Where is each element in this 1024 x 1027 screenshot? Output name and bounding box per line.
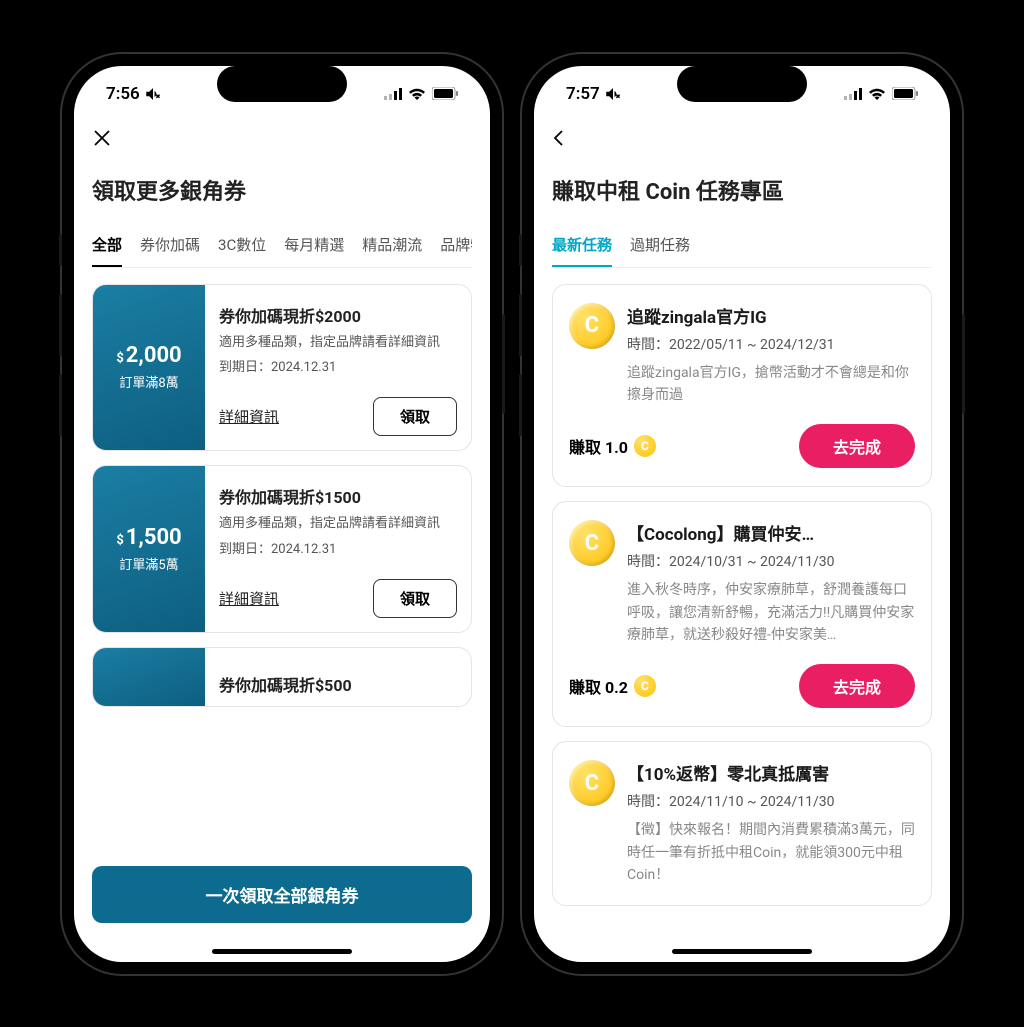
claim-button[interactable]: 領取 (373, 579, 457, 618)
tabs-coupons: 全部 券你加碼 3C數位 每月精選 精品潮流 品牌特 (92, 226, 472, 268)
task-card: C 【Cocolong】購買仲安… 時間：2024/10/31 ~ 2024/1… (552, 501, 932, 727)
tabs-tasks: 最新任務 過期任務 (552, 226, 932, 268)
coupon-value-panel: $1,500 訂單滿5萬 (93, 466, 205, 632)
tab-brand[interactable]: 品牌特 (440, 226, 472, 267)
tab-fashion[interactable]: 精品潮流 (362, 226, 422, 267)
coupon-title: 券你加碼現折$500 (219, 672, 457, 696)
notch (217, 66, 347, 102)
coupon-amount: $2,000 (116, 343, 181, 368)
coupon-condition: 訂單滿8萬 (119, 372, 178, 391)
task-time: 時間：2024/11/10 ~ 2024/11/30 (627, 791, 915, 811)
side-button (519, 374, 522, 436)
coin-small-icon: C (634, 675, 656, 697)
tab-bonus[interactable]: 券你加碼 (140, 226, 200, 267)
task-time: 時間：2022/05/11 ~ 2024/12/31 (627, 334, 915, 354)
screen-right: 7:57 (534, 66, 950, 962)
home-indicator[interactable] (212, 949, 352, 954)
coin-icon: C (569, 303, 615, 349)
wifi-icon (408, 87, 426, 100)
phone-left: 7:56 (62, 54, 502, 974)
coupon-desc: 適用多種品類，指定品牌請看詳細資訊 (219, 333, 457, 353)
coupon-amount: $1,500 (116, 525, 181, 550)
side-button (519, 294, 522, 356)
tab-3c[interactable]: 3C數位 (218, 226, 266, 267)
coupon-desc: 適用多種品類，指定品牌請看詳細資訊 (219, 514, 457, 534)
coupon-value-panel: $2,000 訂單滿8萬 (93, 285, 205, 451)
side-button (59, 294, 62, 356)
side-button (502, 314, 505, 414)
page-title: 賺取中租 Coin 任務專區 (552, 174, 932, 206)
status-time: 7:57 (566, 84, 600, 104)
tab-latest[interactable]: 最新任務 (552, 226, 612, 268)
task-title: 【10%返幣】零北真抵厲害 (627, 760, 915, 785)
phone-right: 7:57 (522, 54, 962, 974)
side-button (962, 314, 965, 414)
coupon-expire: 到期日：2024.12.31 (219, 538, 457, 557)
side-button (59, 374, 62, 436)
task-title: 追蹤zingala官方IG (627, 303, 915, 328)
coupon-condition: 訂單滿5萬 (119, 554, 178, 573)
mute-icon (144, 85, 162, 103)
coupon-title: 券你加碼現折$1500 (219, 484, 457, 508)
mute-icon (604, 85, 622, 103)
coin-icon: C (569, 520, 615, 566)
battery-icon (892, 87, 918, 100)
coupon-card: $2,000 訂單滿8萬 券你加碼現折$2000 適用多種品類，指定品牌請看詳細… (92, 284, 472, 452)
wifi-icon (868, 87, 886, 100)
coupon-card: $1,500 訂單滿5萬 券你加碼現折$1500 適用多種品類，指定品牌請看詳細… (92, 465, 472, 633)
status-time: 7:56 (106, 84, 140, 104)
battery-icon (432, 87, 458, 100)
page-title: 領取更多銀角券 (92, 174, 472, 206)
details-link[interactable]: 詳細資訊 (219, 588, 279, 609)
home-indicator[interactable] (672, 949, 812, 954)
task-title: 【Cocolong】購買仲安… (627, 520, 915, 545)
signal-icon (384, 88, 402, 100)
signal-icon (844, 88, 862, 100)
coupon-title: 券你加碼現折$2000 (219, 303, 457, 327)
tab-monthly[interactable]: 每月精選 (284, 226, 344, 267)
task-card: C 【10%返幣】零北真抵厲害 時間：2024/11/10 ~ 2024/11/… (552, 741, 932, 905)
coin-small-icon: C (634, 435, 656, 457)
tab-expired[interactable]: 過期任務 (630, 226, 690, 267)
task-card: C 追蹤zingala官方IG 時間：2022/05/11 ~ 2024/12/… (552, 284, 932, 488)
coupon-expire: 到期日：2024.12.31 (219, 356, 457, 375)
complete-button[interactable]: 去完成 (799, 424, 915, 468)
claim-all-button[interactable]: 一次領取全部銀角券 (92, 866, 472, 923)
details-link[interactable]: 詳細資訊 (219, 406, 279, 427)
back-icon[interactable] (552, 124, 580, 152)
claim-button[interactable]: 領取 (373, 397, 457, 436)
complete-button[interactable]: 去完成 (799, 664, 915, 708)
close-icon[interactable] (92, 124, 120, 152)
task-desc: 追蹤zingala官方IG，搶幣活動才不會總是和你擦身而過 (627, 362, 915, 407)
task-desc: 進入秋冬時序，仲安家療肺草，舒潤養護每口呼吸，讓您清新舒暢，充滿活力!!凡購買仲… (627, 579, 915, 646)
tab-all[interactable]: 全部 (92, 226, 122, 268)
coupon-value-panel (93, 648, 205, 706)
side-button (59, 234, 62, 266)
coin-icon: C (569, 760, 615, 806)
notch (677, 66, 807, 102)
screen-left: 7:56 (74, 66, 490, 962)
task-desc: 【徵】快來報名！期間內消費累積滿3萬元，同時任一筆有折抵中租Coin，就能領30… (627, 819, 915, 886)
earn-label: 賺取 1.0 C (569, 434, 656, 458)
coupon-card: 券你加碼現折$500 (92, 647, 472, 707)
side-button (519, 234, 522, 266)
earn-label: 賺取 0.2 C (569, 674, 656, 698)
task-time: 時間：2024/10/31 ~ 2024/11/30 (627, 551, 915, 571)
